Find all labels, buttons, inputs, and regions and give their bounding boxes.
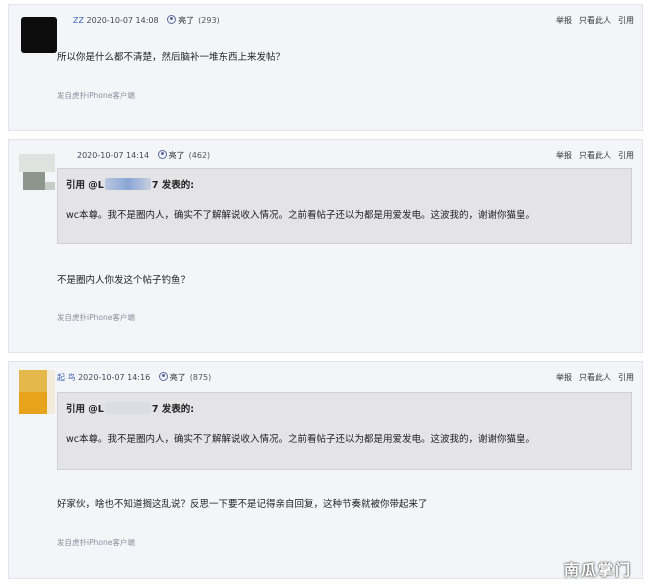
blurred-username bbox=[104, 178, 151, 190]
quote-suffix: 7 发表的: bbox=[151, 180, 195, 191]
post-meta: ZZ 2020-10-07 14:08 亮了 (293) bbox=[73, 15, 220, 26]
quote-header: 引用 @L 7 发表的: bbox=[66, 401, 194, 415]
quote-text: wc本尊。我不是圈内人，确实不了解解说收入情况。之前看帖子还以为都是用爱发电。这… bbox=[66, 210, 535, 221]
post-body: 好家伙，啥也不知道搁这乱说？反思一下要不是记得亲自回复，这种节奏就被你带起来了 bbox=[57, 499, 428, 510]
only-this-user-button[interactable]: 只看此人 bbox=[579, 151, 611, 160]
light-label[interactable]: 亮了 bbox=[170, 373, 186, 382]
reply-post: ZZ 2020-10-07 14:08 亮了 (293) 举报 只看此人 引用 所以你… bbox=[8, 4, 643, 131]
light-label[interactable]: 亮了 bbox=[169, 151, 185, 160]
quote-suffix: 7 发表的: bbox=[151, 404, 195, 415]
blurred-username bbox=[104, 402, 151, 414]
reply-post: 2020-10-07 14:14 亮了 (462) 举报 只看此人 引用 引用 @L 7… bbox=[8, 139, 643, 353]
post-source: 发自虎扑iPhone客户端 bbox=[57, 538, 135, 547]
post-source: 发自虎扑iPhone客户端 bbox=[57, 91, 135, 100]
watermark: 南瓜掌门 bbox=[563, 561, 632, 579]
light-count: (875) bbox=[189, 373, 212, 382]
only-this-user-button[interactable]: 只看此人 bbox=[579, 16, 611, 25]
quote-prefix: 引用 @L bbox=[66, 180, 104, 191]
light-icon[interactable] bbox=[167, 15, 177, 24]
post-date: 2020-10-07 14:08 bbox=[86, 16, 159, 25]
post-actions: 举报 只看此人 引用 bbox=[549, 15, 634, 26]
post-date: 2020-10-07 14:16 bbox=[78, 373, 151, 382]
report-button[interactable]: 举报 bbox=[556, 16, 572, 25]
post-meta: 起 鸟 2020-10-07 14:16 亮了 (875) bbox=[57, 372, 211, 383]
post-meta: 2020-10-07 14:14 亮了 (462) bbox=[77, 150, 210, 161]
post-date: 2020-10-07 14:14 bbox=[77, 151, 150, 160]
only-this-user-button[interactable]: 只看此人 bbox=[579, 373, 611, 382]
quote-button[interactable]: 引用 bbox=[618, 373, 634, 382]
avatar[interactable] bbox=[19, 154, 55, 190]
reply-post: 起 鸟 2020-10-07 14:16 亮了 (875) 举报 只看此人 引用 引用… bbox=[8, 361, 643, 579]
username-link[interactable]: 起 鸟 bbox=[57, 373, 76, 382]
light-icon[interactable] bbox=[157, 150, 167, 159]
avatar[interactable] bbox=[21, 17, 57, 53]
quote-prefix: 引用 @L bbox=[66, 404, 104, 415]
light-count: (462) bbox=[188, 151, 211, 160]
post-source: 发自虎扑iPhone客户端 bbox=[57, 313, 135, 322]
post-body: 不是圈内人你发这个帖子钓鱼？ bbox=[57, 275, 191, 286]
report-button[interactable]: 举报 bbox=[556, 373, 572, 382]
quote-button[interactable]: 引用 bbox=[618, 16, 634, 25]
quote-block: 引用 @L 7 发表的: wc本尊。我不是圈内人，确实不了解解说收入情况。之前看帖… bbox=[57, 392, 632, 470]
username-link[interactable]: ZZ bbox=[73, 16, 84, 25]
report-button[interactable]: 举报 bbox=[556, 151, 572, 160]
post-actions: 举报 只看此人 引用 bbox=[549, 372, 634, 383]
light-icon[interactable] bbox=[158, 372, 168, 381]
light-count: (293) bbox=[198, 16, 220, 25]
light-label[interactable]: 亮了 bbox=[178, 16, 194, 25]
quote-block: 引用 @L 7 发表的: wc本尊。我不是圈内人，确实不了解解说收入情况。之前看帖… bbox=[57, 168, 632, 244]
avatar[interactable] bbox=[19, 370, 55, 416]
quote-button[interactable]: 引用 bbox=[618, 151, 634, 160]
post-body: 所以你是什么都不清楚，然后脑补一堆东西上来发帖？ bbox=[57, 52, 286, 63]
post-actions: 举报 只看此人 引用 bbox=[549, 150, 634, 161]
quote-text: wc本尊。我不是圈内人，确实不了解解说收入情况。之前看帖子还以为都是用爱发电。这… bbox=[66, 434, 535, 445]
quote-header: 引用 @L 7 发表的: bbox=[66, 177, 194, 191]
